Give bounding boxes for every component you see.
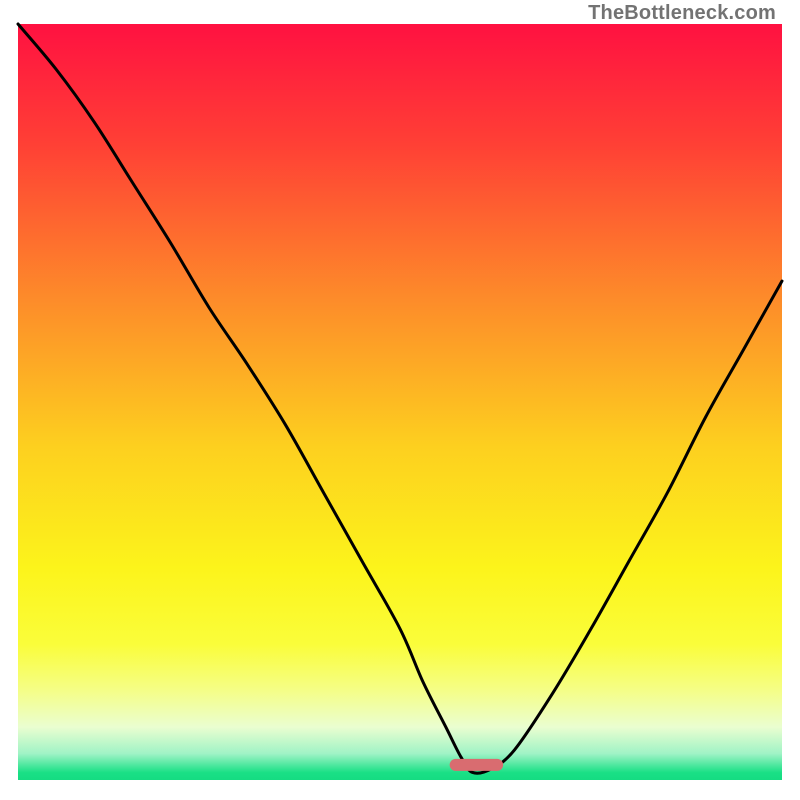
- optimal-range-marker: [450, 759, 503, 771]
- chart-plot-area: [18, 24, 782, 780]
- bottleneck-chart: [0, 0, 800, 800]
